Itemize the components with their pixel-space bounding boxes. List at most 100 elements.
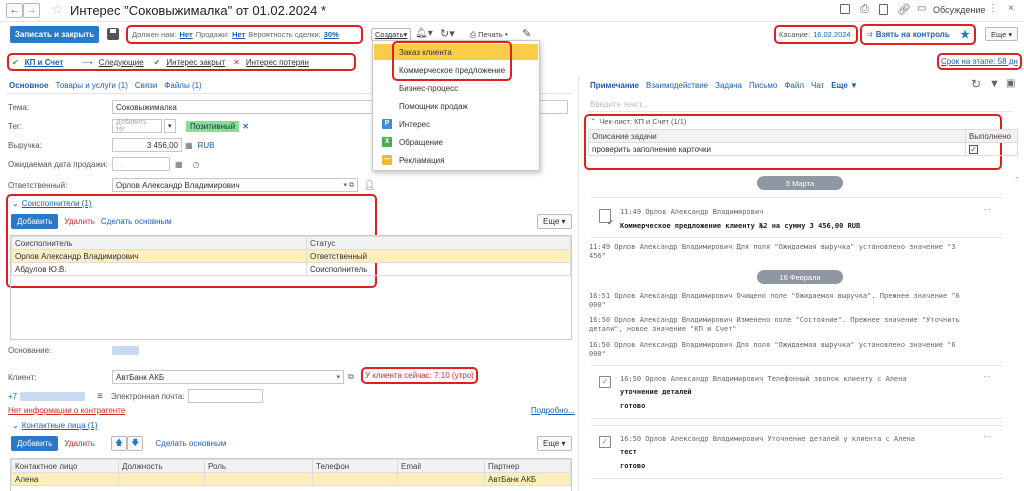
close-icon[interactable]: × <box>1008 3 1014 14</box>
save-close-button[interactable]: Записать и закрыть <box>10 26 99 43</box>
print-button[interactable]: ⎙ Печать ▾ <box>470 30 508 40</box>
feed-scrollbar[interactable]: ⌃ <box>1014 176 1022 491</box>
menu-item-complaint[interactable]: — Рекламация <box>374 152 538 168</box>
take-control-button[interactable]: ⇉ Взять на контроль ★ <box>860 24 976 45</box>
dropdown-arrow-icon[interactable]: ▾ <box>336 373 340 381</box>
contacts-title[interactable]: Контактные лица (1) <box>22 421 98 430</box>
touch-value[interactable]: 16.02.2024 <box>813 30 851 39</box>
coexecutors-make-main-link[interactable]: Сделать основным <box>101 217 172 226</box>
refresh-icon[interactable]: ↻ <box>971 77 981 91</box>
back-button[interactable]: ← <box>6 3 23 18</box>
comment-icon[interactable]: ▣ <box>1006 78 1015 89</box>
preview-icon[interactable] <box>879 4 888 15</box>
currency-link[interactable]: RUB <box>198 141 215 150</box>
table-row[interactable]: Алена АвтБанк АКБ <box>11 472 571 486</box>
discussion-label[interactable]: Обсуждение <box>933 5 985 15</box>
sale-date-input[interactable]: . . <box>112 157 170 171</box>
star-icon[interactable]: ☆ <box>51 1 64 18</box>
basis-value-blurred[interactable] <box>112 346 139 355</box>
save-icon[interactable] <box>107 28 119 40</box>
checklist-header[interactable]: ⌃ Чек-лист: КП и Счет (1/1) <box>590 117 686 126</box>
edit-pen-icon[interactable]: ✎ <box>522 27 531 40</box>
contacts-make-main-link[interactable]: Сделать основным <box>155 439 226 448</box>
calendar-icon[interactable]: ▦ <box>175 160 183 169</box>
list-icon[interactable]: ≡ <box>97 391 103 402</box>
person-icon[interactable]: 👤︎ <box>364 180 375 191</box>
table-row[interactable]: проверить заполнение карточки ✓ <box>588 142 1018 156</box>
client-input[interactable]: АвтБанк АКБ ▾ <box>112 370 344 384</box>
filter-icon[interactable]: ▼ <box>989 78 1000 90</box>
tab-task[interactable]: Задача <box>715 81 742 90</box>
coexecutors-delete-link[interactable]: Удалить <box>64 217 95 226</box>
stage-lost[interactable]: Интерес потерян <box>246 58 309 67</box>
sales-value[interactable]: Нет <box>232 30 245 39</box>
tab-interaction[interactable]: Взаимодействие <box>646 81 708 90</box>
table-row[interactable]: Абдулов Ю.В. Соисполнитель <box>11 262 571 276</box>
remove-tag-icon[interactable]: ✕ <box>242 122 249 131</box>
menu-item-interest[interactable]: P Интерес <box>374 116 538 132</box>
more-details-link[interactable]: Подробно... <box>531 406 575 415</box>
move-down-button[interactable]: 🡇 <box>127 436 144 451</box>
phone-blurred[interactable] <box>20 391 86 401</box>
link-icon[interactable]: ⧉ <box>348 372 354 382</box>
menu-item-appeal[interactable]: Х Обращение <box>374 134 538 150</box>
tab-note[interactable]: Примечание <box>590 81 639 90</box>
contacts-more-button[interactable]: Еще ▾ <box>537 436 572 451</box>
more-dots-icon[interactable]: ··· <box>983 432 991 441</box>
tab-more[interactable]: Еще ▼ <box>831 81 858 90</box>
phone-prefix[interactable]: +7 <box>8 392 17 401</box>
tab-main[interactable]: Основное <box>9 81 48 90</box>
contacts-header[interactable]: ⌄ Контактные лица (1) <box>12 421 98 430</box>
tab-file[interactable]: Файл <box>784 81 804 90</box>
coexecutors-header[interactable]: ⌄ Соисполнители (1) <box>12 199 91 208</box>
email-input[interactable] <box>187 389 263 403</box>
revenue-input[interactable]: 3 456,00 <box>112 138 182 152</box>
coexecutors-add-button[interactable]: Добавить <box>11 214 59 229</box>
more-button[interactable]: Еще ▾ <box>985 27 1019 41</box>
clock-icon[interactable]: ◷ <box>193 160 200 169</box>
owes-us-value[interactable]: Нет <box>180 30 193 39</box>
menu-item-business-process[interactable]: Бизнес-процесс <box>374 80 538 96</box>
tag-label: Тег: <box>8 121 23 131</box>
note-input[interactable]: Введите текст... <box>587 97 1013 112</box>
more-dots-icon[interactable]: ··· <box>983 205 991 214</box>
discussion-icon[interactable]: ▭ <box>917 3 926 14</box>
tab-files[interactable]: Файлы (1) <box>164 81 201 90</box>
stage-closed[interactable]: Интерес закрыт <box>166 58 225 67</box>
menu-dots-icon[interactable]: ⋮ <box>988 3 998 14</box>
print-icon[interactable]: ⎙ <box>860 3 869 16</box>
responsible-input[interactable]: Орлов Александр Владимирович ▾ ⧉ <box>112 178 358 192</box>
feed-card[interactable]: ✓ 16:50 Орлов Александр Владимирович Тел… <box>591 365 1003 419</box>
tab-links[interactable]: Связи <box>135 81 157 90</box>
calculator-icon[interactable]: ▦ <box>185 141 193 150</box>
stage-time-link[interactable]: Срок на этапе: 58 дн <box>941 57 1018 66</box>
table-row[interactable]: Орлов Александр Владимирович Ответственны… <box>11 249 571 263</box>
refresh-icon[interactable]: ↻▾ <box>440 27 455 40</box>
menu-item-sales-assistant[interactable]: Помощник продаж <box>374 98 538 114</box>
cell <box>312 472 398 486</box>
feed-card[interactable]: ✔ 11:49 Орлов Александр Владимирович ···… <box>591 197 1003 238</box>
coexecutors-title[interactable]: Соисполнители (1) <box>22 199 92 208</box>
dropdown-arrow-icon[interactable]: ▾ ⧉ <box>344 181 354 190</box>
tag-dropdown[interactable]: ▾ <box>164 119 176 133</box>
link-icon[interactable]: 🔗︎ <box>897 3 911 16</box>
stage-next[interactable]: Следующие <box>99 58 144 67</box>
no-info-link[interactable]: Нет информации о контрагенте <box>8 406 125 415</box>
save-file-icon[interactable] <box>840 4 850 14</box>
tab-goods[interactable]: Товары и услуги (1) <box>55 81 127 90</box>
stage-current[interactable]: КП и Счет <box>25 58 64 67</box>
tab-letter[interactable]: Письмо <box>749 81 777 90</box>
tag-input[interactable]: Добавить тег <box>112 119 162 133</box>
forward-button[interactable]: → <box>23 3 40 18</box>
move-up-button[interactable]: 🡅 <box>110 436 128 451</box>
more-dots-icon[interactable]: ··· <box>983 372 991 381</box>
col-phone: Телефон <box>312 459 398 473</box>
probability-value[interactable]: 30% <box>324 30 339 39</box>
coexecutors-more-button[interactable]: Еще ▾ <box>537 214 572 229</box>
tab-chat[interactable]: Чат <box>811 81 824 90</box>
contacts-delete-link[interactable]: Удалить <box>64 439 95 448</box>
feed-card[interactable]: ✓ 16:50 Орлов Александр Владимирович Уто… <box>591 425 1003 479</box>
bell-icon[interactable]: 🔔︎▾ <box>415 28 433 39</box>
checkbox-checked[interactable]: ✓ <box>969 144 978 154</box>
contacts-add-button[interactable]: Добавить <box>11 436 59 451</box>
